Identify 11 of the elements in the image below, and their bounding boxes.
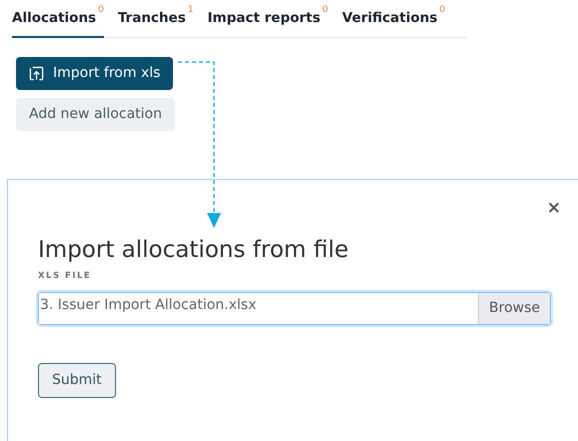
- upload-icon: [29, 66, 44, 82]
- field-label: XLS FILE: [38, 270, 92, 282]
- file-input-field[interactable]: 3. Issuer Import Allocation.xlsx Browse: [38, 292, 551, 326]
- close-button[interactable]: ×: [546, 200, 561, 217]
- submit-button[interactable]: Submit: [38, 363, 116, 398]
- tab[interactable]: Allocations$^{0}$: [12, 8, 104, 38]
- browse-button[interactable]: Browse: [478, 293, 550, 324]
- add-allocation-button[interactable]: Add new allocation: [16, 98, 175, 132]
- tab[interactable]: Tranches$^{1}$: [118, 8, 194, 38]
- dialog-title: Import allocations from file: [38, 237, 350, 265]
- import-button[interactable]: Import from xls: [16, 57, 174, 90]
